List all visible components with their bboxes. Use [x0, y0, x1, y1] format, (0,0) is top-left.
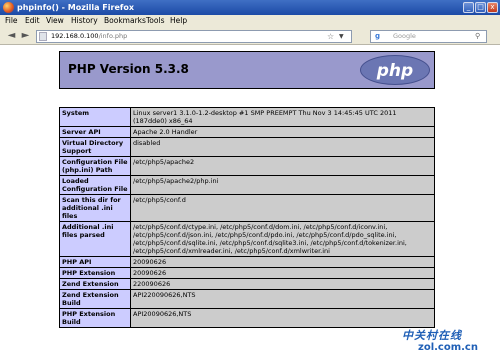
php-logo: php [360, 55, 430, 85]
row-label: Configuration File (php.ini) Path [59, 156, 131, 176]
row-label: System [59, 107, 131, 127]
minimize-button[interactable]: _ [463, 2, 474, 13]
bookmark-star-icon[interactable]: ☆ [327, 31, 334, 42]
row-value: API20090626,NTS [130, 308, 435, 328]
menu-bar: File Edit View History Bookmarks Tools H… [0, 15, 500, 27]
row-value: 20090626 [130, 256, 435, 268]
firefox-icon [3, 2, 14, 13]
php-version-title: PHP Version 5.3.8 [68, 62, 189, 76]
row-label: Scan this dir for additional .ini files [59, 194, 131, 222]
row-label: PHP Extension Build [59, 308, 131, 328]
google-icon[interactable]: g [373, 32, 382, 41]
row-label: PHP API [59, 256, 131, 268]
php-info-table: System Linux server1 3.1.0-1.2-desktop #… [59, 107, 435, 328]
maximize-button[interactable]: □ [475, 2, 486, 13]
window-titlebar: phpinfo() - Mozilla Firefox _ □ x [0, 0, 500, 15]
search-icon[interactable]: ⚲ [475, 31, 480, 42]
row-value: /etc/php5/conf.d/ctype.ini, /etc/php5/co… [130, 221, 435, 257]
row-label: PHP Extension [59, 267, 131, 279]
url-text: 192.168.0.100/info.php [51, 31, 127, 42]
table-row: Virtual Directory Support disabled [59, 137, 435, 157]
row-value: disabled [130, 137, 435, 157]
row-label: Zend Extension [59, 278, 131, 290]
row-value: /etc/php5/apache2/php.ini [130, 175, 435, 195]
url-dropdown-icon[interactable]: ▼ [339, 31, 344, 42]
zol-watermark: 中关村在线 zol.com.cn [400, 325, 498, 361]
table-row: Loaded Configuration File /etc/php5/apac… [59, 175, 435, 195]
table-row: Server API Apache 2.0 Handler [59, 126, 435, 138]
menu-history[interactable]: History [71, 15, 98, 27]
menu-bookmarks[interactable]: Bookmarks [104, 15, 146, 27]
row-value: API220090626,NTS [130, 289, 435, 309]
table-row: Zend Extension Build API220090626,NTS [59, 289, 435, 309]
window-title: phpinfo() - Mozilla Firefox [17, 3, 135, 12]
row-value: 20090626 [130, 267, 435, 279]
table-row: Zend Extension 220090626 [59, 278, 435, 290]
table-row: Additional .ini files parsed /etc/php5/c… [59, 221, 435, 257]
page-content: PHP Version 5.3.8 php System Linux serve… [0, 45, 500, 363]
row-label: Additional .ini files parsed [59, 221, 131, 257]
row-value: /etc/php5/apache2 [130, 156, 435, 176]
search-box[interactable]: g Google ⚲ [370, 30, 487, 43]
page-icon [39, 32, 47, 41]
menu-help[interactable]: Help [170, 15, 187, 27]
row-value: Linux server1 3.1.0-1.2-desktop #1 SMP P… [130, 107, 435, 127]
watermark-url: zol.com.cn [418, 342, 478, 353]
menu-view[interactable]: View [46, 15, 64, 27]
forward-button[interactable]: ► [19, 29, 32, 42]
row-label: Loaded Configuration File [59, 175, 131, 195]
watermark-logo: 中关村在线 [402, 329, 462, 342]
close-button[interactable]: x [487, 2, 498, 13]
url-path: /info.php [98, 32, 128, 40]
table-row: Configuration File (php.ini) Path /etc/p… [59, 156, 435, 176]
menu-tools[interactable]: Tools [146, 15, 164, 27]
navigation-toolbar: ◄ ► 192.168.0.100/info.php ☆ ▼ g Google … [0, 27, 500, 45]
url-host: 192.168.0.100 [51, 32, 99, 40]
table-row: System Linux server1 3.1.0-1.2-desktop #… [59, 107, 435, 127]
row-value: Apache 2.0 Handler [130, 126, 435, 138]
row-label: Virtual Directory Support [59, 137, 131, 157]
address-bar[interactable]: 192.168.0.100/info.php ☆ ▼ [36, 30, 352, 43]
php-version-header: PHP Version 5.3.8 php [59, 51, 435, 89]
row-label: Zend Extension Build [59, 289, 131, 309]
menu-file[interactable]: File [5, 15, 18, 27]
table-row: PHP Extension Build API20090626,NTS [59, 308, 435, 328]
table-row: PHP Extension 20090626 [59, 267, 435, 279]
table-row: PHP API 20090626 [59, 256, 435, 268]
row-value: 220090626 [130, 278, 435, 290]
row-label: Server API [59, 126, 131, 138]
row-value: /etc/php5/conf.d [130, 194, 435, 222]
search-placeholder: Google [393, 32, 416, 40]
menu-edit[interactable]: Edit [25, 15, 40, 27]
back-button[interactable]: ◄ [5, 29, 18, 42]
table-row: Scan this dir for additional .ini files … [59, 194, 435, 222]
